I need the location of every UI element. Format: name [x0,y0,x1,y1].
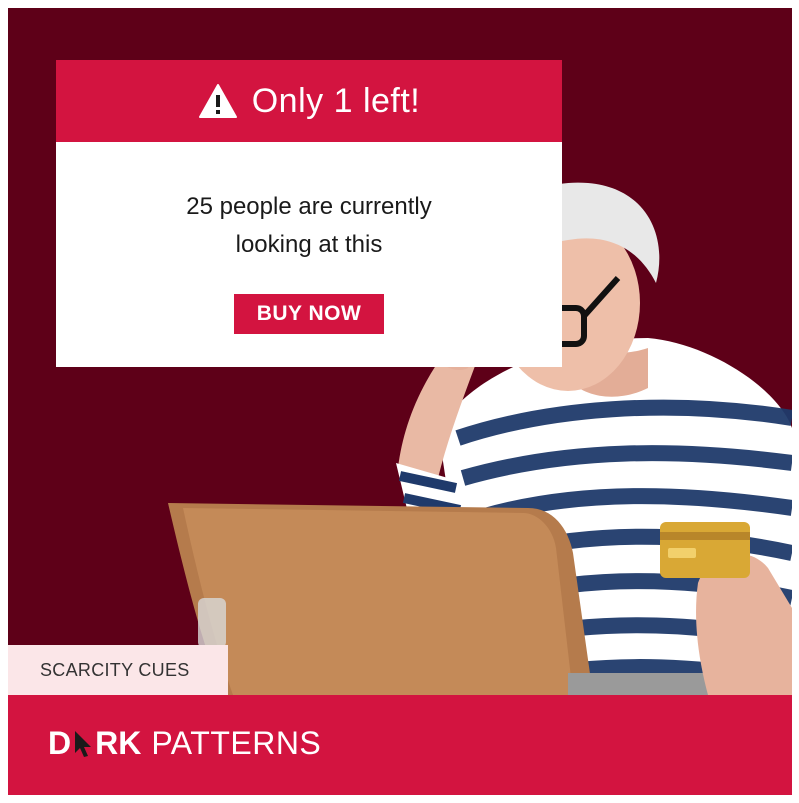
popup-message: 25 people are currently looking at this [56,188,562,264]
hero-panel: Only 1 left! 25 people are currently loo… [8,8,792,695]
scarcity-popup: Only 1 left! 25 people are currently loo… [56,60,562,367]
logo-word-patterns: PATTERNS [151,725,322,761]
logo-letters-rk: RK [95,725,142,761]
tag-label: SCARCITY CUES [40,659,190,680]
popup-title: Only 1 left! [251,81,421,120]
scarcity-cues-tag: SCARCITY CUES [8,645,228,695]
popup-message-line-1: 25 people are currently [186,193,432,220]
warning-icon [198,84,237,118]
logo-letter-d: D [48,725,72,761]
popup-header: Only 1 left! [56,60,562,142]
brand-footer: D RK PATTERNS [8,695,792,795]
popup-message-line-2: looking at this [235,231,383,258]
dark-patterns-logo: D RK PATTERNS [48,725,321,762]
buy-now-button[interactable]: BUY NOW [234,294,384,334]
cursor-arrow-icon [75,730,92,757]
ad-frame: Only 1 left! 25 people are currently loo… [0,0,799,803]
